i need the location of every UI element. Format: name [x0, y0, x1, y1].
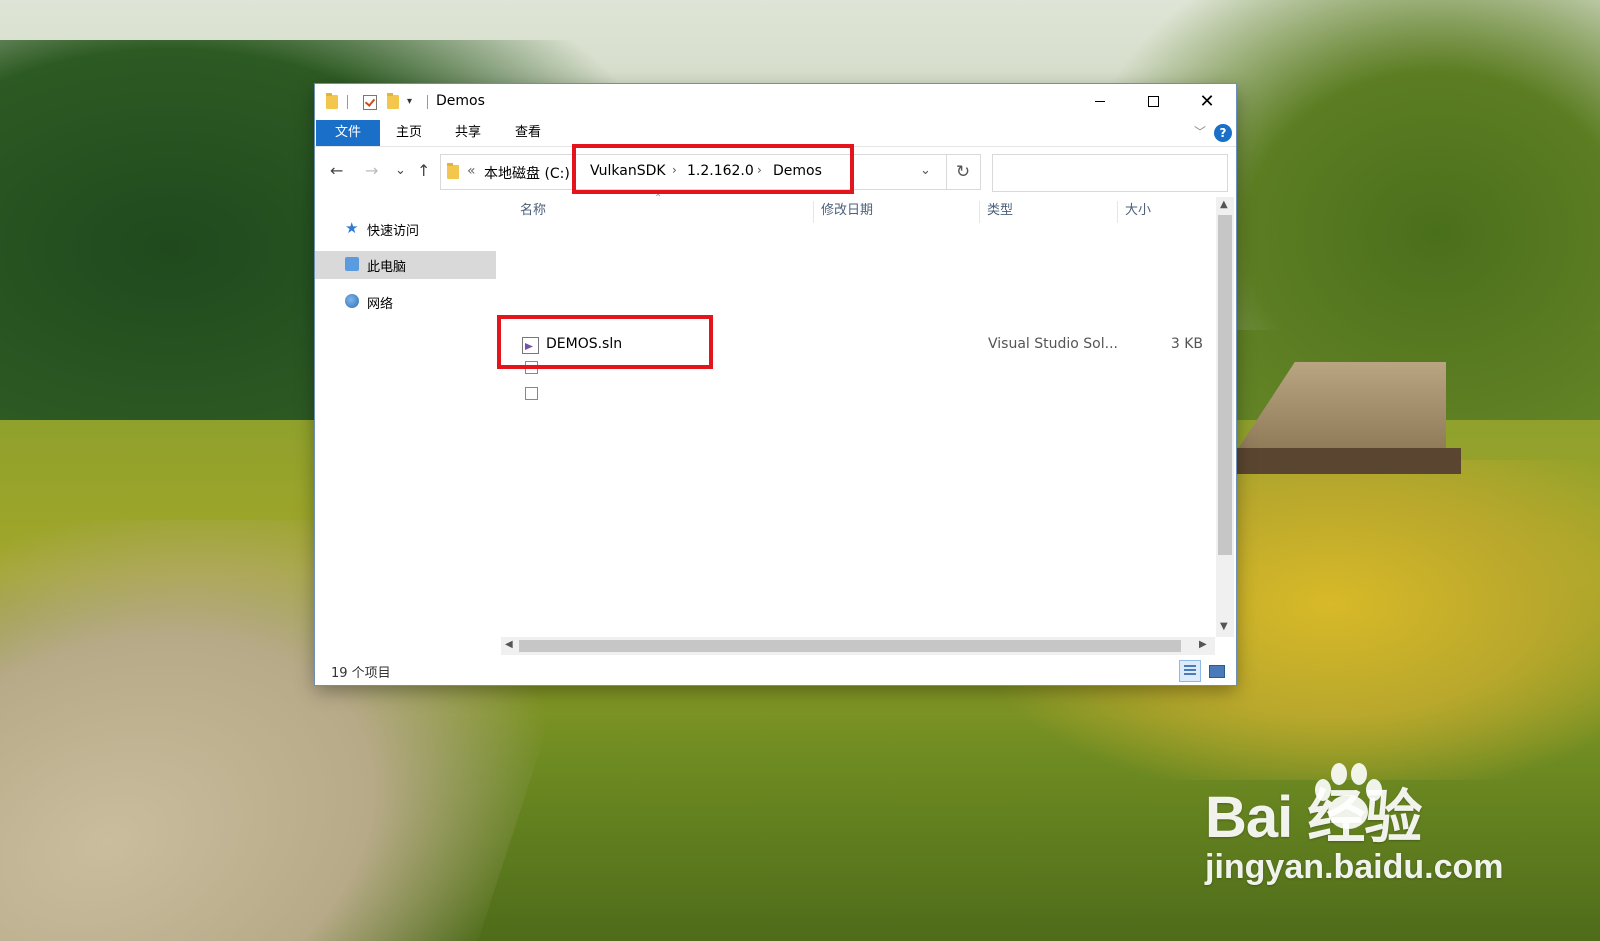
column-header-type[interactable]: 类型 [987, 197, 1013, 225]
network-icon [345, 294, 359, 308]
window-title: Demos [436, 93, 485, 109]
paw-icon [1315, 763, 1382, 829]
minimize-button[interactable] [1077, 84, 1123, 118]
maximize-button[interactable] [1130, 84, 1176, 118]
recent-locations-button[interactable]: ⌄ [395, 163, 406, 178]
up-button[interactable]: ↑ [417, 161, 430, 180]
refresh-button[interactable]: ↻ [946, 154, 981, 190]
file-size: 3 KB [1170, 336, 1203, 352]
highlight-box-file [497, 315, 713, 369]
close-button[interactable]: ✕ [1184, 84, 1230, 118]
back-button[interactable]: ← [330, 161, 343, 180]
tab-home[interactable]: 主页 [396, 120, 422, 146]
watermark-url: jingyan.baidu.com [1205, 848, 1504, 886]
sidebar-item-label: 快速访问 [367, 224, 420, 239]
item-count: 19 个项目 [331, 666, 391, 681]
column-header-name[interactable]: 名称 [520, 197, 546, 225]
divider [347, 95, 348, 109]
scroll-left-arrow-icon[interactable]: ◀ [505, 639, 513, 650]
scroll-down-arrow-icon[interactable]: ▼ [1220, 621, 1228, 632]
tab-file[interactable]: 文件 [316, 120, 380, 146]
vertical-scrollbar[interactable]: ▲ ▼ [1216, 197, 1234, 637]
file-type: Visual Studio Sol... [988, 336, 1118, 352]
sidebar-item-label: 网络 [367, 297, 394, 312]
file-icon[interactable] [525, 387, 538, 400]
breadcrumb-overflow[interactable]: « [467, 163, 476, 179]
tab-share[interactable]: 共享 [455, 120, 481, 146]
highlight-box-path [572, 144, 854, 194]
column-header-size[interactable]: 大小 [1125, 197, 1151, 225]
column-divider[interactable] [1117, 201, 1118, 223]
properties-check-icon[interactable] [363, 95, 377, 110]
sort-ascending-icon: ⌃ [654, 193, 663, 204]
address-history-dropdown[interactable]: ⌄ [920, 163, 931, 178]
tab-view[interactable]: 查看 [515, 120, 541, 146]
ribbon-tabs: 文件 主页 共享 查看 ﹀ ? [315, 120, 1236, 147]
file-list: ⌃ 名称 修改日期 类型 大小 DEMOS.sln Visual Studio … [496, 193, 1236, 645]
status-bar: 19 个项目 [315, 656, 1236, 685]
column-divider[interactable] [979, 201, 980, 223]
new-folder-icon[interactable] [387, 93, 399, 109]
search-input[interactable] [992, 154, 1228, 192]
sidebar-item-label: 此电脑 [367, 260, 407, 275]
folder-icon [326, 93, 338, 109]
navigation-pane: ★ 快速访问 此电脑 网络 [315, 197, 496, 645]
star-icon: ★ [345, 219, 359, 237]
details-view-icon[interactable] [1179, 660, 1201, 682]
column-divider[interactable] [813, 201, 814, 223]
forward-button[interactable]: → [365, 161, 378, 180]
help-icon[interactable]: ? [1214, 124, 1232, 142]
sidebar-item-network[interactable]: 网络 [315, 288, 496, 316]
vertical-scroll-thumb[interactable] [1218, 215, 1232, 555]
cabin-wall [1236, 448, 1461, 474]
sidebar-item-this-pc[interactable]: 此电脑 [315, 251, 496, 279]
horizontal-scroll-thumb[interactable] [519, 640, 1181, 652]
large-icons-view-icon[interactable] [1205, 660, 1227, 682]
scroll-right-arrow-icon[interactable]: ▶ [1199, 639, 1207, 650]
computer-icon [345, 257, 359, 271]
horizontal-scrollbar[interactable]: ◀ ▶ [501, 637, 1215, 655]
divider [427, 95, 428, 109]
scroll-up-arrow-icon[interactable]: ▲ [1220, 199, 1228, 210]
breadcrumb-local-disk[interactable]: 本地磁盘 (C:) [484, 163, 570, 183]
column-header-date-modified[interactable]: 修改日期 [821, 197, 873, 225]
expand-ribbon-chevron-icon[interactable]: ﹀ [1194, 123, 1206, 140]
sidebar-item-quick-access[interactable]: ★ 快速访问 [315, 215, 496, 243]
baidu-watermark: Bai 经验 jingyan.baidu.com [1205, 760, 1505, 900]
folder-icon [447, 163, 459, 179]
title-bar[interactable]: ▾ Demos ✕ [315, 84, 1236, 120]
customize-quick-access-dropdown[interactable]: ▾ [407, 96, 412, 107]
